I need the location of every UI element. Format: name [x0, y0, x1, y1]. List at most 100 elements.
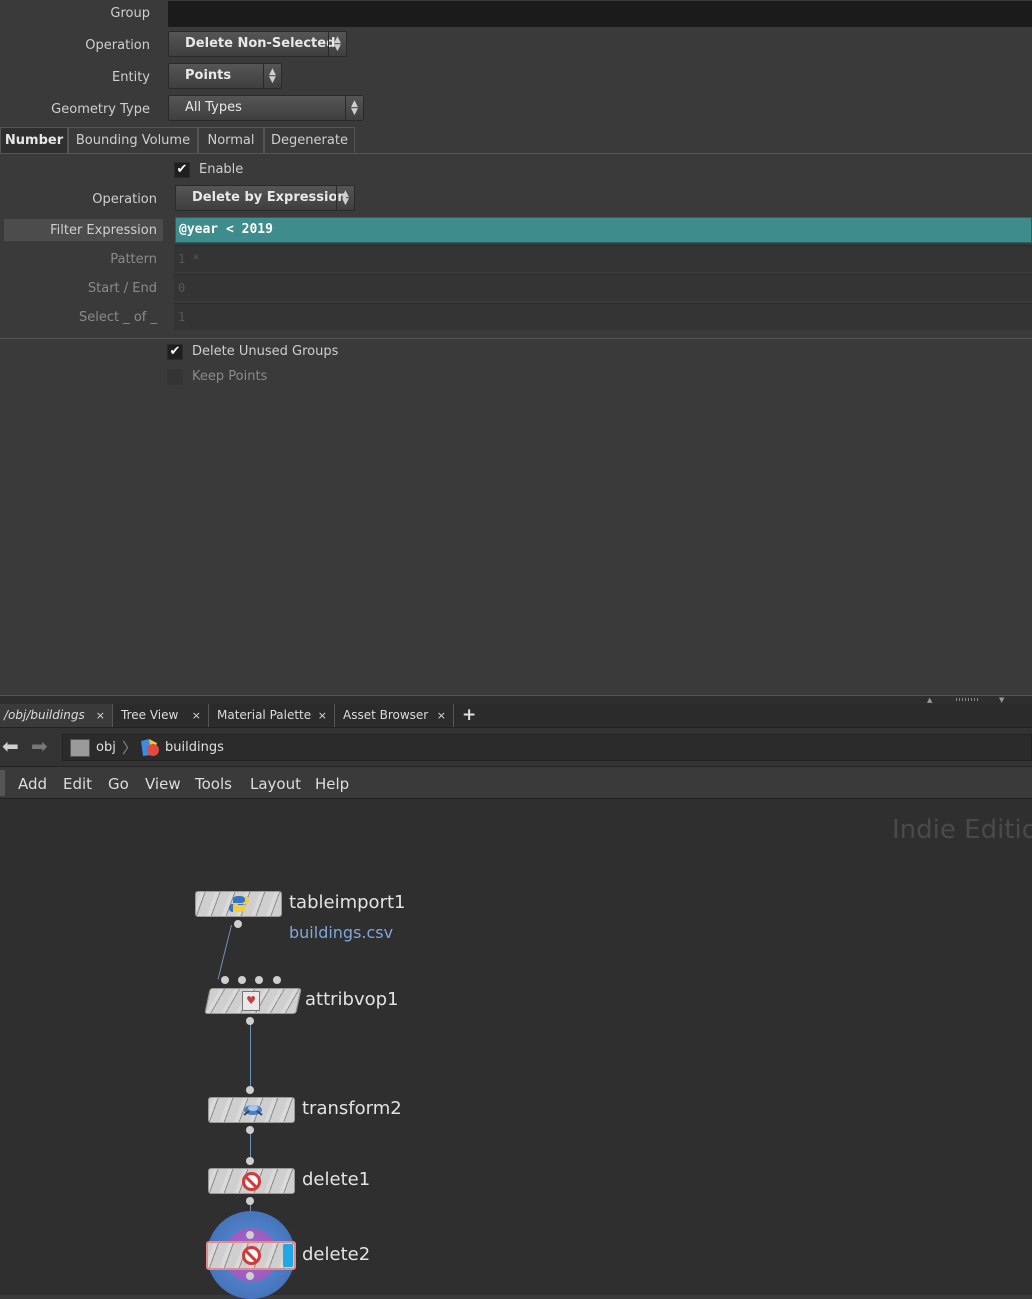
group-label: Group [110, 6, 150, 21]
close-icon[interactable]: × [437, 704, 446, 727]
menu-view[interactable]: View [145, 775, 181, 793]
start-end-field: 0 [174, 274, 1032, 301]
keep-points-label: Keep Points [192, 369, 268, 384]
input-port[interactable] [221, 976, 229, 984]
network-canvas[interactable]: Indie Edition [0, 799, 1032, 1295]
node-label-transform2: transform2 [302, 1098, 402, 1119]
enable-checkbox[interactable]: ✔ [174, 162, 190, 178]
node-subtitle-tableimport1[interactable]: buildings.csv [289, 923, 393, 942]
indie-edition-watermark: Indie Edition [892, 815, 1032, 845]
pattern-label: Pattern [110, 252, 157, 267]
section-divider [0, 338, 1032, 339]
obj-network-icon [70, 739, 90, 757]
updown-arrow-icon: ▲ ▼ [263, 64, 281, 88]
path-bar: ⬅ ➡ obj 〉 buildings [0, 727, 1032, 767]
menu-edit[interactable]: Edit [63, 775, 92, 793]
node-tableimport1[interactable] [195, 891, 282, 917]
input-port[interactable] [255, 976, 263, 984]
operation-menu[interactable]: Delete Non-Selected ▲ ▼ [168, 31, 347, 57]
menu-layout[interactable]: Layout [250, 775, 301, 793]
menu-go[interactable]: Go [108, 775, 129, 793]
node-label-tableimport1: tableimport1 [289, 892, 406, 913]
output-port[interactable] [246, 1272, 254, 1280]
splitter-down-arrow-icon[interactable]: ▼ [999, 696, 1004, 704]
number-operation-menu[interactable]: Delete by Expression ▲ ▼ [175, 185, 355, 211]
wire-attribvop-transform [250, 1021, 251, 1090]
delete-icon [242, 1172, 261, 1191]
parameter-pane: Group Operation Delete Non-Selected ▲ ▼ E… [0, 0, 1032, 695]
enable-label: Enable [199, 162, 244, 177]
tab-normal[interactable]: Normal [198, 127, 264, 153]
tab-asset-browser-label: Asset Browser [343, 708, 429, 722]
forward-arrow-icon[interactable]: ➡ [31, 734, 48, 758]
input-port[interactable] [238, 976, 246, 984]
tab-obj-buildings-label: /obj/buildings [4, 708, 85, 722]
output-port[interactable] [246, 1017, 254, 1025]
input-port[interactable] [246, 1231, 254, 1239]
tab-bounding-volume[interactable]: Bounding Volume [68, 127, 198, 153]
tab-material-palette[interactable]: Material Palette × [213, 704, 335, 727]
tab-material-palette-label: Material Palette [217, 708, 312, 722]
keep-points-checkbox[interactable] [167, 369, 183, 385]
geometry-type-value: All Types [185, 100, 242, 115]
close-icon[interactable]: × [318, 704, 327, 727]
pattern-field: 1 * [174, 245, 1032, 272]
operation-value: Delete Non-Selected [185, 36, 336, 51]
breadcrumb-buildings[interactable]: buildings [165, 740, 224, 755]
number-operation-value: Delete by Expression [192, 190, 347, 205]
close-icon[interactable]: × [192, 704, 201, 727]
back-arrow-icon[interactable]: ⬅ [2, 734, 19, 758]
breadcrumb: obj 〉 buildings [62, 734, 1032, 761]
output-port[interactable] [234, 920, 242, 928]
start-end-label: Start / End [87, 281, 157, 296]
updown-arrow-icon: ▲ ▼ [336, 186, 354, 210]
delete-unused-groups-checkbox[interactable]: ✔ [167, 344, 183, 360]
filter-expression-label: Filter Expression [50, 223, 157, 238]
output-port[interactable] [246, 1126, 254, 1134]
splitter-grip-icon[interactable] [956, 698, 980, 701]
node-label-delete2: delete2 [302, 1244, 371, 1265]
add-tab-icon[interactable]: + [462, 704, 476, 726]
entity-value: Points [185, 68, 232, 83]
node-delete1[interactable] [208, 1168, 295, 1194]
input-port[interactable] [246, 1157, 254, 1165]
select-of-label: Select _ of _ [78, 310, 157, 325]
select-of-field: 1 [174, 303, 1032, 330]
number-operation-label: Operation [92, 192, 157, 207]
tab-degenerate[interactable]: Degenerate [264, 127, 355, 153]
filter-expression-value: @year < 2019 [179, 222, 273, 237]
geometry-object-icon [139, 739, 159, 757]
tab-obj-buildings[interactable]: /obj/buildings × [0, 704, 113, 727]
python-icon [229, 895, 249, 917]
filter-expression-field[interactable]: @year < 2019 [175, 217, 1032, 243]
input-port[interactable] [246, 1086, 254, 1094]
operation-label: Operation [85, 38, 150, 53]
vop-icon: ♥ [242, 991, 260, 1011]
menu-tools[interactable]: Tools [195, 775, 232, 793]
geometry-type-menu[interactable]: All Types ▲ ▼ [168, 95, 364, 121]
group-field[interactable] [168, 1, 1032, 27]
node-label-delete1: delete1 [302, 1169, 371, 1190]
node-delete2[interactable] [206, 1241, 296, 1270]
tab-number[interactable]: Number [0, 127, 68, 153]
display-flag-icon[interactable] [283, 1244, 293, 1267]
menu-add[interactable]: Add [18, 775, 47, 793]
output-port[interactable] [246, 1197, 254, 1205]
node-attribvop1[interactable]: ♥ [204, 988, 302, 1014]
pane-splitter[interactable]: ▲ ▼ [0, 695, 1032, 704]
node-label-attribvop1: attribvop1 [305, 989, 399, 1010]
breadcrumb-separator-icon: 〉 [122, 739, 138, 757]
updown-arrow-icon: ▲ ▼ [328, 32, 346, 56]
menu-help[interactable]: Help [315, 775, 349, 793]
delete-icon [242, 1246, 261, 1265]
input-port[interactable] [273, 976, 281, 984]
menubar-handle[interactable] [0, 770, 5, 796]
entity-label: Entity [112, 70, 150, 85]
node-transform2[interactable] [208, 1097, 295, 1123]
entity-menu[interactable]: Points ▲ ▼ [168, 63, 282, 89]
splitter-up-arrow-icon[interactable]: ▲ [927, 696, 932, 704]
tab-tree-view[interactable]: Tree View × [117, 704, 209, 727]
breadcrumb-obj[interactable]: obj [96, 740, 116, 755]
tab-asset-browser[interactable]: Asset Browser × [339, 704, 454, 727]
close-icon[interactable]: × [96, 704, 105, 727]
